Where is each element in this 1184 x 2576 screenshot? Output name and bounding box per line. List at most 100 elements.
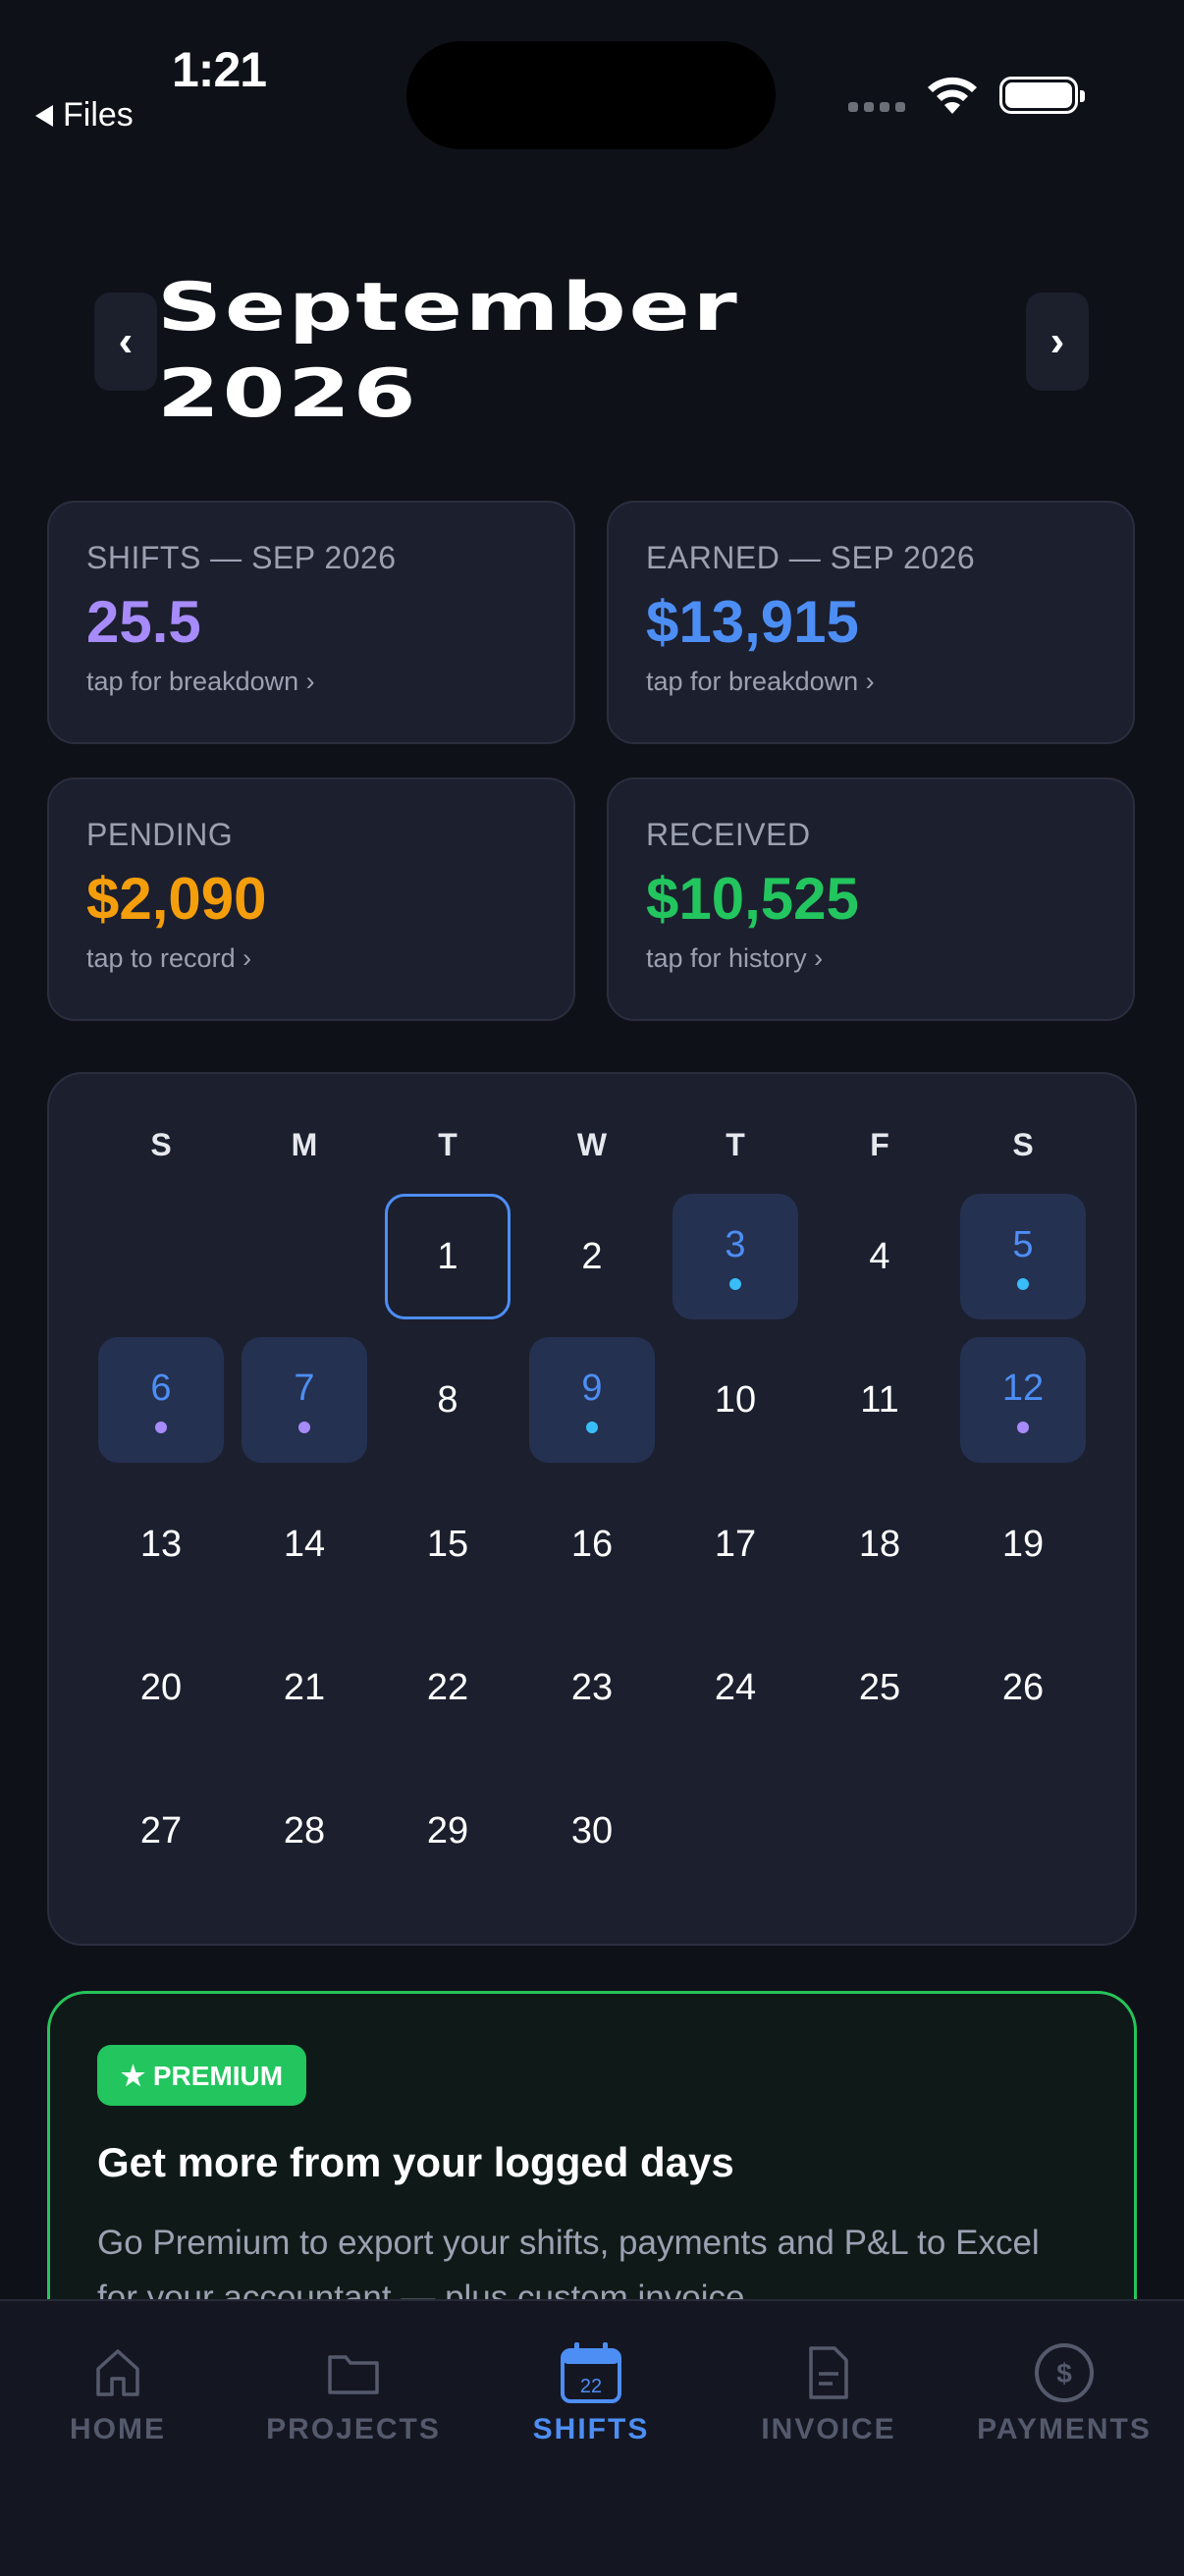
calendar-day[interactable]: 19 — [960, 1481, 1086, 1607]
pending-stat-card[interactable]: PENDING $2,090 tap to record › — [47, 778, 575, 1021]
month-title: September 2026 — [157, 265, 739, 438]
day-number: 10 — [714, 1378, 757, 1421]
day-number: 23 — [570, 1666, 614, 1708]
tab-home[interactable]: HOME — [0, 2301, 236, 2497]
calendar-day[interactable]: 23 — [529, 1625, 655, 1750]
dynamic-island — [406, 41, 776, 149]
calendar-day[interactable]: 26 — [960, 1625, 1086, 1750]
shift-indicator-dot — [729, 1277, 741, 1290]
shift-indicator-dot — [298, 1421, 310, 1433]
calendar-day[interactable]: 3 — [673, 1194, 798, 1319]
calendar-day[interactable]: 10 — [673, 1337, 798, 1463]
stat-value: 25.5 — [86, 589, 201, 655]
tab-invoice[interactable]: INVOICE — [711, 2301, 946, 2497]
stat-label: SHIFTS — SEP 2026 — [86, 540, 397, 575]
weekday-header: T — [438, 1127, 457, 1162]
day-number: 20 — [139, 1666, 183, 1708]
day-number: 24 — [714, 1666, 757, 1708]
calendar-day[interactable]: 15 — [385, 1481, 511, 1607]
day-number: 8 — [437, 1378, 458, 1421]
shift-indicator-dot — [1017, 1421, 1029, 1433]
day-number: 3 — [725, 1223, 746, 1265]
calendar-day[interactable]: 27 — [98, 1768, 224, 1894]
home-icon — [92, 2340, 143, 2405]
calendar-day[interactable]: 12 — [960, 1337, 1086, 1463]
calendar-day[interactable]: 21 — [242, 1625, 367, 1750]
shift-indicator-dot — [155, 1421, 167, 1433]
back-to-files-link[interactable]: Files — [35, 96, 134, 134]
calendar-day[interactable]: 2 — [529, 1194, 655, 1319]
weekday-header: W — [576, 1127, 608, 1162]
calendar-day[interactable]: 11 — [817, 1337, 942, 1463]
day-number: 15 — [426, 1523, 469, 1565]
tab-projects[interactable]: PROJECTS — [236, 2301, 471, 2497]
day-number: 28 — [283, 1809, 326, 1852]
status-time: 1:21 — [172, 42, 267, 97]
calendar-day[interactable]: 25 — [817, 1625, 942, 1750]
tab-label: SHIFTS — [532, 2413, 650, 2445]
day-number: 19 — [1001, 1523, 1045, 1565]
stat-label: PENDING — [86, 817, 234, 852]
stat-value: $2,090 — [86, 866, 267, 932]
tab-payments[interactable]: $ PAYMENTS — [946, 2301, 1182, 2497]
stat-hint: tap for breakdown › — [86, 667, 315, 696]
calendar-day[interactable]: 5 — [960, 1194, 1086, 1319]
stat-hint: tap for history › — [646, 943, 824, 973]
day-number: 26 — [1001, 1666, 1045, 1708]
calendar-day[interactable]: 18 — [817, 1481, 942, 1607]
folder-icon — [326, 2340, 381, 2405]
shifts-stat-card[interactable]: SHIFTS — SEP 2026 25.5 tap for breakdown… — [47, 501, 575, 744]
day-number: 29 — [426, 1809, 469, 1852]
premium-title: Get more from your logged days — [97, 2139, 734, 2185]
calendar-day[interactable]: 4 — [817, 1194, 942, 1319]
cellular-signal-icon — [848, 102, 905, 112]
calendar-icon: 22 — [559, 2340, 623, 2405]
calendar-day[interactable]: 7 — [242, 1337, 367, 1463]
weekday-header: M — [291, 1127, 318, 1162]
day-number: 17 — [714, 1523, 757, 1565]
day-number: 25 — [858, 1666, 901, 1708]
earned-stat-card[interactable]: EARNED — SEP 2026 $13,915 tap for breakd… — [607, 501, 1135, 744]
stat-hint: tap for breakdown › — [646, 667, 875, 696]
calendar-day[interactable]: 20 — [98, 1625, 224, 1750]
calendar-day[interactable]: 30 — [529, 1768, 655, 1894]
day-number: 22 — [426, 1666, 469, 1708]
day-number: 18 — [858, 1523, 901, 1565]
day-number: 11 — [860, 1378, 899, 1421]
calendar-day[interactable]: 13 — [98, 1481, 224, 1607]
calendar-day[interactable]: 6 — [98, 1337, 224, 1463]
day-number: 13 — [139, 1523, 183, 1565]
calendar-day[interactable]: 28 — [242, 1768, 367, 1894]
calendar-day[interactable]: 9 — [529, 1337, 655, 1463]
day-number: 1 — [437, 1235, 458, 1277]
day-number: 27 — [139, 1809, 183, 1852]
day-number: 21 — [283, 1666, 326, 1708]
premium-badge: ★ PREMIUM — [97, 2045, 307, 2106]
tab-label: HOME — [70, 2413, 166, 2445]
back-files-label: Files — [63, 96, 134, 134]
back-triangle-icon — [35, 104, 53, 127]
calendar-icon-date: 22 — [580, 2376, 602, 2397]
calendar-day[interactable]: 14 — [242, 1481, 367, 1607]
calendar-day[interactable]: 1 — [385, 1194, 511, 1319]
day-number: 7 — [294, 1367, 315, 1409]
calendar-day[interactable]: 24 — [673, 1625, 798, 1750]
tab-shifts[interactable]: 22 SHIFTS — [473, 2301, 709, 2497]
day-number: 14 — [283, 1523, 326, 1565]
calendar-day[interactable]: 16 — [529, 1481, 655, 1607]
previous-month-button[interactable]: ‹ — [94, 293, 157, 391]
received-stat-card[interactable]: RECEIVED $10,525 tap for history › — [607, 778, 1135, 1021]
wifi-icon — [928, 77, 977, 114]
document-icon — [805, 2340, 852, 2405]
calendar-day[interactable]: 22 — [385, 1625, 511, 1750]
tab-label: PAYMENTS — [977, 2413, 1152, 2445]
day-number: 4 — [869, 1235, 890, 1277]
calendar-day[interactable]: 29 — [385, 1768, 511, 1894]
tab-label: INVOICE — [761, 2413, 896, 2445]
tab-label: PROJECTS — [266, 2413, 441, 2445]
calendar-day[interactable]: 8 — [385, 1337, 511, 1463]
shift-indicator-dot — [1017, 1277, 1029, 1290]
next-month-button[interactable]: › — [1026, 293, 1089, 391]
month-year: 2026 — [157, 355, 419, 433]
calendar-day[interactable]: 17 — [673, 1481, 798, 1607]
